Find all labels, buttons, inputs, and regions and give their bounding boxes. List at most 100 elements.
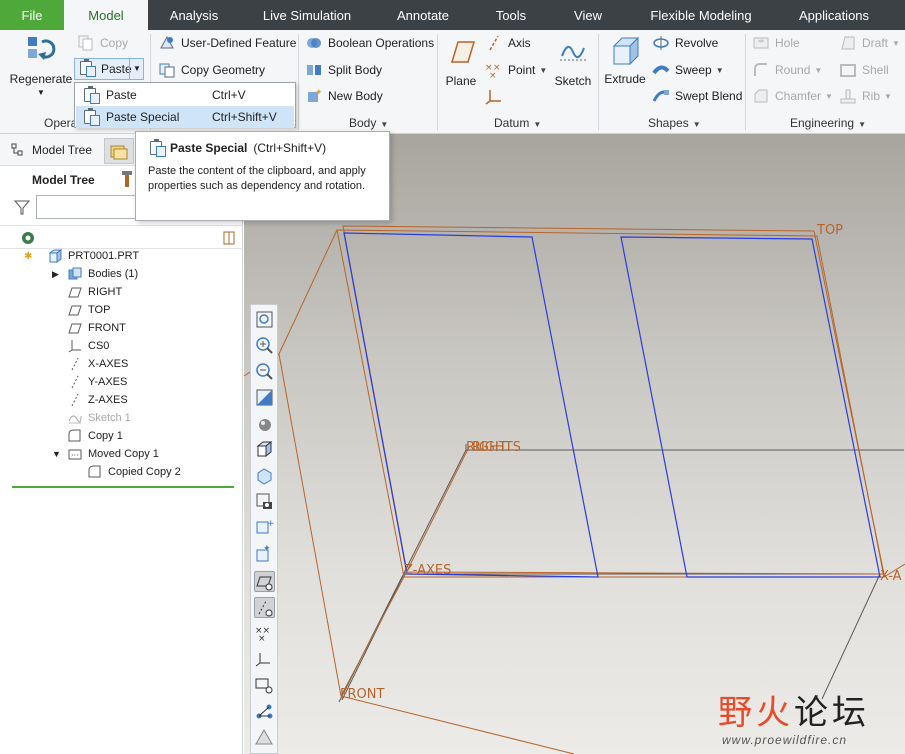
tree-item-moved-copy-1[interactable]: ▼ ··· Moved Copy 1 bbox=[52, 445, 159, 463]
tab-flexible-modeling[interactable]: Flexible Modeling bbox=[636, 0, 766, 30]
datum-plane-icon bbox=[68, 321, 82, 335]
group-divider bbox=[437, 34, 438, 130]
tree-item-x-axes[interactable]: X-AXES bbox=[68, 355, 128, 373]
draft-button[interactable]: Draft ▼ bbox=[839, 32, 900, 54]
copy-button[interactable]: Copy bbox=[77, 32, 128, 54]
plane-display-icon[interactable] bbox=[254, 571, 275, 592]
moved-copy-icon: ··· bbox=[68, 447, 82, 461]
shell-button[interactable]: Shell bbox=[839, 59, 889, 81]
collapse-arrow-icon[interactable]: ▼ bbox=[52, 449, 62, 459]
tab-file[interactable]: File bbox=[0, 0, 64, 30]
point-display-icon[interactable]: ×× × bbox=[254, 623, 275, 644]
tab-view[interactable]: View bbox=[561, 0, 615, 30]
shapes-group-label[interactable]: Shapes ▼ bbox=[648, 116, 701, 130]
tab-tools[interactable]: Tools bbox=[482, 0, 540, 30]
split-body-button[interactable]: Split Body bbox=[305, 59, 382, 81]
svg-text:···: ··· bbox=[71, 451, 79, 460]
datum-group-label[interactable]: Datum ▼ bbox=[494, 116, 541, 130]
csys-display-icon[interactable] bbox=[254, 649, 275, 670]
tab-folder-browser[interactable] bbox=[104, 138, 134, 164]
sketch-button[interactable]: Sketch bbox=[553, 36, 593, 88]
display-style-icon[interactable] bbox=[254, 439, 275, 460]
tree-item-copied-copy-2[interactable]: Copied Copy 2 bbox=[88, 463, 181, 481]
round-button[interactable]: Round ▼ bbox=[752, 59, 822, 81]
tree-settings-icon[interactable] bbox=[120, 169, 134, 189]
boolean-operations-button[interactable]: Boolean Operations bbox=[305, 32, 434, 54]
tree-item-bodies[interactable]: ▶ Bodies (1) bbox=[52, 265, 138, 283]
extrude-button[interactable]: Extrude bbox=[602, 34, 648, 86]
revolve-button[interactable]: Revolve bbox=[652, 32, 718, 54]
tab-annotate[interactable]: Annotate bbox=[384, 0, 462, 30]
tree-item-cs0[interactable]: CS0 bbox=[68, 337, 109, 355]
svg-text:+: + bbox=[267, 519, 275, 529]
filter-icon[interactable] bbox=[13, 199, 31, 218]
expand-arrow-icon[interactable]: ▶ bbox=[52, 269, 62, 280]
engineering-group-label[interactable]: Engineering ▼ bbox=[790, 116, 866, 130]
tooltip-body: Paste the content of the clipboard, and … bbox=[148, 165, 366, 192]
body-group-label[interactable]: Body ▼ bbox=[349, 116, 388, 130]
tree-search-input[interactable] bbox=[36, 195, 136, 219]
watermark-logo-rest: 论坛 bbox=[794, 693, 870, 733]
copy-geometry-button[interactable]: Copy Geometry bbox=[158, 59, 265, 81]
plane-button[interactable]: Plane bbox=[442, 36, 480, 88]
tab-model[interactable]: Model bbox=[64, 0, 148, 30]
tree-item-copy-1[interactable]: Copy 1 bbox=[68, 427, 123, 445]
coordinate-system-button[interactable] bbox=[485, 85, 508, 107]
group-divider bbox=[298, 34, 299, 130]
menu-item-paste[interactable]: Paste Ctrl+V bbox=[76, 84, 294, 106]
chevron-down-icon: ▼ bbox=[892, 38, 900, 48]
user-defined-feature-button[interactable]: User-Defined Feature bbox=[158, 32, 296, 54]
plane-icon bbox=[444, 36, 478, 68]
zoom-out-icon[interactable] bbox=[254, 361, 275, 382]
hole-button[interactable]: Hole bbox=[752, 32, 800, 54]
repaint-icon[interactable] bbox=[254, 387, 275, 408]
column-settings-icon[interactable] bbox=[222, 230, 236, 249]
tab-applications[interactable]: Applications bbox=[786, 0, 882, 30]
point-button[interactable]: × × × Point ▼ bbox=[485, 59, 547, 81]
chamfer-label: Chamfer bbox=[775, 89, 822, 103]
tree-item-label: Sketch 1 bbox=[88, 412, 131, 424]
paste-dropdown-icon[interactable]: ▼ bbox=[129, 59, 144, 79]
connections-icon[interactable] bbox=[254, 701, 275, 722]
chevron-down-icon: ▼ bbox=[533, 120, 542, 129]
axis-button[interactable]: Axis bbox=[485, 32, 531, 54]
regenerate-button[interactable]: Regenerate ▼ bbox=[8, 34, 74, 97]
tab-analysis[interactable]: Analysis bbox=[153, 0, 235, 30]
saved-orientations-icon[interactable] bbox=[254, 465, 275, 486]
forum-watermark-url: www.proewildfire.cn bbox=[722, 733, 848, 747]
tooltip-title-text: Paste Special bbox=[170, 141, 248, 155]
zoom-in-icon[interactable] bbox=[254, 335, 275, 356]
draft-label: Draft bbox=[862, 36, 889, 50]
sketch-label: Sketch bbox=[554, 74, 592, 88]
model-tree-panel: Model Tree Model Tree ✱ PRT0001.PRT ▶ Bo… bbox=[0, 134, 243, 754]
tree-item-part[interactable]: ✱ PRT0001.PRT bbox=[24, 247, 139, 265]
simulation-display-icon[interactable] bbox=[254, 727, 275, 748]
refit-icon[interactable] bbox=[254, 309, 275, 330]
menu-item-paste-special[interactable]: Paste Special Ctrl+Shift+V bbox=[76, 106, 294, 128]
tree-item-front[interactable]: FRONT bbox=[68, 319, 126, 337]
appearance-icon[interactable] bbox=[254, 413, 275, 434]
folder-icon bbox=[110, 145, 128, 160]
tab-model-tree[interactable]: Model Tree bbox=[10, 142, 92, 158]
tree-item-sketch-1[interactable]: Sketch 1 bbox=[68, 409, 131, 427]
regenerate-caret-icon[interactable]: ▼ bbox=[8, 88, 74, 97]
annotation-display-icon[interactable] bbox=[254, 675, 275, 696]
tree-item-z-axes[interactable]: Z-AXES bbox=[68, 391, 128, 409]
new-body-button[interactable]: ✦ New Body bbox=[305, 85, 383, 107]
sweep-button[interactable]: Sweep ▼ bbox=[652, 59, 724, 81]
tree-item-y-axes[interactable]: Y-AXES bbox=[68, 373, 127, 391]
insert-here-marker[interactable] bbox=[12, 486, 234, 488]
graphics-viewport[interactable]: TOP RIGHT RIGHTS Z-AXES X-A FRONT bbox=[244, 134, 905, 754]
menu-item-label: Paste bbox=[106, 88, 137, 102]
swept-blend-button[interactable]: Swept Blend bbox=[652, 85, 742, 107]
tree-item-right[interactable]: RIGHT bbox=[68, 283, 122, 301]
tree-item-top[interactable]: TOP bbox=[68, 301, 110, 319]
tab-live-simulation[interactable]: Live Simulation bbox=[248, 0, 366, 30]
chamfer-button[interactable]: Chamfer ▼ bbox=[752, 85, 833, 107]
spin-center-icon[interactable]: ✦ bbox=[254, 543, 275, 564]
perspective-view-icon[interactable]: + bbox=[254, 517, 275, 538]
rib-button[interactable]: Rib ▼ bbox=[839, 85, 892, 107]
view-manager-icon[interactable] bbox=[254, 491, 275, 512]
paste-button[interactable]: Paste ▼ bbox=[74, 58, 144, 80]
axis-display-icon[interactable] bbox=[254, 597, 275, 618]
